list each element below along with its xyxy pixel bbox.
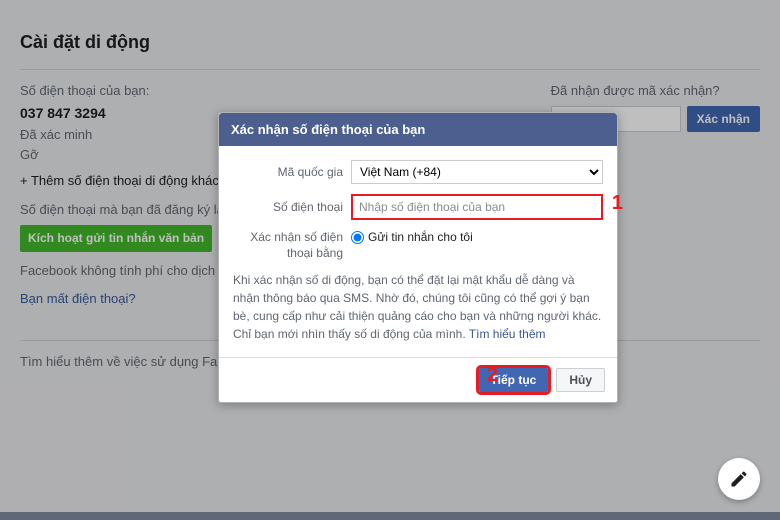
phone-input[interactable] bbox=[351, 194, 603, 220]
annotation-2: 2 bbox=[487, 364, 498, 387]
confirm-by-label: Xác nhận số điện thoại bằng bbox=[233, 230, 351, 261]
edit-fab-button[interactable] bbox=[718, 458, 760, 500]
sms-radio-option[interactable]: Gửi tin nhắn cho tôi bbox=[351, 230, 473, 244]
cancel-button[interactable]: Hủy bbox=[556, 368, 605, 392]
sms-radio[interactable] bbox=[351, 231, 364, 244]
confirm-phone-modal: Xác nhận số điện thoại của bạn Mã quốc g… bbox=[218, 112, 618, 403]
edit-icon bbox=[729, 469, 749, 489]
phone-field-label: Số điện thoại bbox=[233, 200, 351, 214]
country-code-label: Mã quốc gia bbox=[233, 165, 351, 179]
annotation-1: 1 bbox=[612, 192, 623, 215]
learn-more-link[interactable]: Tìm hiểu thêm bbox=[469, 327, 546, 341]
modal-title: Xác nhận số điện thoại của bạn bbox=[219, 113, 617, 146]
country-code-select[interactable]: Việt Nam (+84) bbox=[351, 160, 603, 184]
modal-info-text: Khi xác nhận số di động, bạn có thể đặt … bbox=[233, 271, 603, 343]
sms-radio-label: Gửi tin nhắn cho tôi bbox=[368, 230, 473, 244]
